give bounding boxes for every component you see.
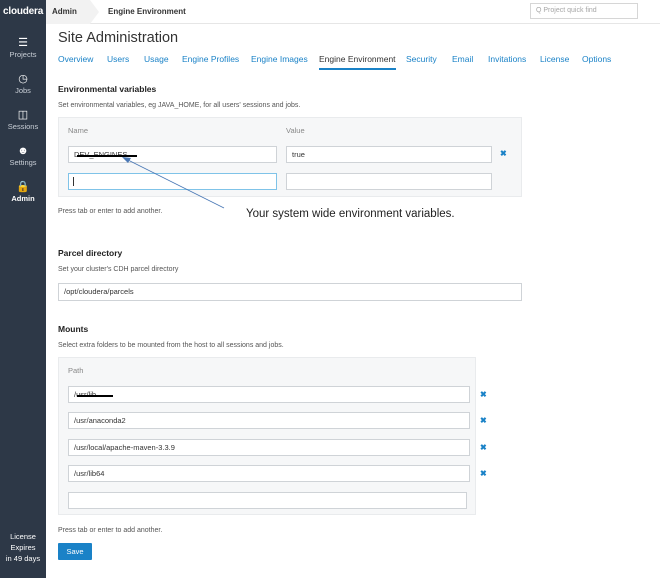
- tab-usage[interactable]: Usage: [144, 54, 169, 70]
- tab-invitations[interactable]: Invitations: [488, 54, 526, 70]
- name-column-header: Name: [68, 126, 89, 135]
- remove-mount-icon[interactable]: ✖: [480, 469, 487, 478]
- top-bar: Admin Engine Environment Q Project quick…: [46, 0, 660, 24]
- sidebar-item-label: Jobs: [15, 86, 31, 95]
- parcel-directory-field[interactable]: /opt/cloudera/parcels: [58, 283, 522, 301]
- user-icon: ☻: [17, 145, 29, 157]
- mounts-heading: Mounts: [58, 324, 89, 334]
- tab-engine-profiles[interactable]: Engine Profiles: [182, 54, 239, 70]
- tab-users[interactable]: Users: [107, 54, 129, 70]
- license-line: in 49 days: [5, 554, 41, 563]
- remove-mount-icon[interactable]: ✖: [480, 416, 487, 425]
- redaction-mark: [77, 155, 137, 157]
- redaction-mark: [77, 395, 113, 397]
- mount-path-field[interactable]: /usr/lib64: [68, 465, 470, 482]
- sidebar-item-sessions[interactable]: ◫ Sessions: [0, 108, 46, 140]
- env-value-field[interactable]: true: [286, 146, 492, 163]
- sidebar-item-label: Sessions: [7, 122, 39, 131]
- sidebar-item-jobs[interactable]: ◷ Jobs: [0, 72, 46, 104]
- env-add-hint: Press tab or enter to add another.: [58, 208, 163, 215]
- mount-path-field[interactable]: /usr/anaconda2: [68, 412, 470, 429]
- env-heading: Environmental variables: [58, 84, 157, 94]
- mount-path-field[interactable]: /usr/lib: [68, 386, 470, 403]
- tab-options[interactable]: Options: [582, 54, 611, 70]
- save-button[interactable]: Save: [58, 543, 92, 560]
- mounts-add-hint: Press tab or enter to add another.: [58, 527, 163, 534]
- project-quick-find-input[interactable]: Q Project quick find: [530, 3, 638, 19]
- path-column-header: Path: [68, 366, 84, 375]
- brand-logo[interactable]: cloudera: [0, 0, 46, 24]
- breadcrumb-engine-environment: Engine Environment: [108, 7, 186, 16]
- mounts-panel: Path /usr/lib /usr/anaconda2 /usr/local/…: [58, 357, 476, 515]
- new-mount-path-field[interactable]: [68, 492, 467, 509]
- remove-env-var-icon[interactable]: ✖: [500, 149, 507, 158]
- window-icon: ◫: [17, 109, 29, 121]
- tab-engine-environment[interactable]: Engine Environment: [319, 54, 396, 70]
- env-description: Set environmental variables, eg JAVA_HOM…: [58, 102, 301, 109]
- page-title: Site Administration: [58, 30, 179, 46]
- mount-path-value: /usr/anaconda2: [74, 416, 126, 425]
- sidebar-item-label: Admin: [11, 194, 35, 203]
- parcel-heading: Parcel directory: [58, 248, 123, 258]
- parcel-description: Set your cluster's CDH parcel directory: [58, 266, 179, 273]
- breadcrumb-admin[interactable]: Admin: [46, 0, 90, 24]
- text-cursor: [73, 177, 74, 186]
- license-status[interactable]: License Expires in 49 days: [0, 531, 46, 564]
- mounts-description: Select extra folders to be mounted from …: [58, 342, 284, 349]
- lock-icon: 🔒: [16, 181, 30, 193]
- tab-security[interactable]: Security: [406, 54, 437, 70]
- sidebar: cloudera ☰ Projects ◷ Jobs ◫ Sessions ☻ …: [0, 0, 46, 578]
- sidebar-item-projects[interactable]: ☰ Projects: [0, 36, 46, 68]
- tab-email[interactable]: Email: [452, 54, 473, 70]
- parcel-directory-value: /opt/cloudera/parcels: [64, 287, 134, 296]
- license-line: License: [10, 532, 36, 541]
- new-env-value-field[interactable]: [286, 173, 492, 190]
- tab-engine-images[interactable]: Engine Images: [251, 54, 308, 70]
- license-line: Expires: [10, 543, 36, 552]
- remove-mount-icon[interactable]: ✖: [480, 443, 487, 452]
- mount-path-field[interactable]: /usr/local/apache-maven-3.3.9: [68, 439, 470, 456]
- tab-license[interactable]: License: [540, 54, 569, 70]
- sidebar-item-settings[interactable]: ☻ Settings: [0, 144, 46, 176]
- env-value-value: true: [292, 150, 305, 159]
- sidebar-item-label: Settings: [9, 158, 37, 167]
- sidebar-item-admin[interactable]: 🔒 Admin: [0, 180, 46, 212]
- list-icon: ☰: [18, 37, 28, 49]
- breadcrumb-separator: [90, 0, 99, 24]
- annotation-text: Your system wide environment variables.: [246, 208, 455, 220]
- env-vars-panel: Name Value DEV_ENGINES true ✖: [58, 117, 522, 197]
- clock-icon: ◷: [18, 73, 28, 85]
- mount-path-value: /usr/local/apache-maven-3.3.9: [74, 443, 175, 452]
- tab-overview[interactable]: Overview: [58, 54, 93, 70]
- mount-path-value: /usr/lib64: [74, 469, 105, 478]
- new-env-name-field[interactable]: [68, 173, 277, 190]
- remove-mount-icon[interactable]: ✖: [480, 390, 487, 399]
- value-column-header: Value: [286, 126, 305, 135]
- sidebar-item-label: Projects: [9, 50, 37, 59]
